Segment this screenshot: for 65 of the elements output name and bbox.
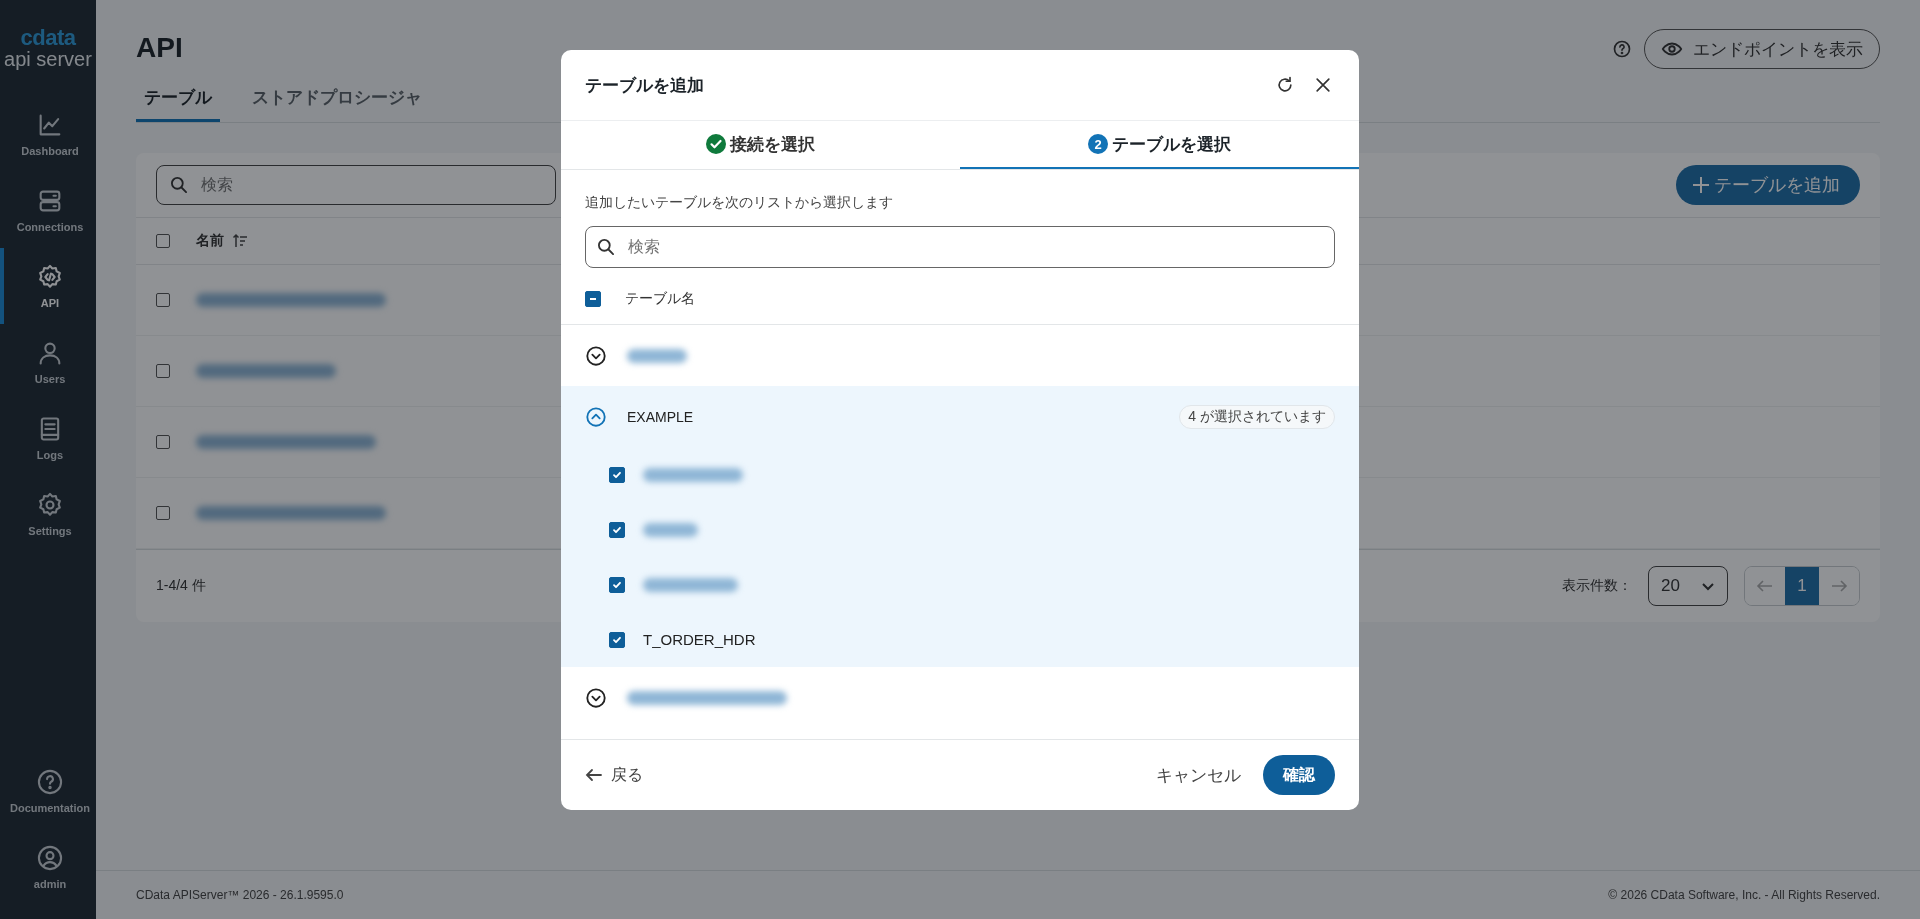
sort-icon: [232, 233, 248, 249]
column-header[interactable]: 名前: [196, 232, 248, 250]
blurred-text: [643, 522, 698, 537]
help-icon[interactable]: [1612, 39, 1632, 59]
nav-item[interactable]: Connections: [0, 172, 96, 248]
expand-toggle-icon[interactable]: [585, 405, 607, 428]
search-field[interactable]: 検索: [585, 226, 1335, 268]
plus-icon: [1692, 176, 1710, 194]
step-tab[interactable]: 2 テーブルを選択: [960, 121, 1359, 169]
column-header: テーブル名: [625, 290, 695, 308]
nav-item[interactable]: API: [0, 248, 96, 324]
gear-icon: [36, 491, 64, 519]
blurred-text: [627, 348, 687, 363]
page-size-label: 表示件数：: [1562, 577, 1632, 595]
checkbox[interactable]: [156, 435, 170, 449]
step-label: テーブルを選択: [1112, 133, 1231, 156]
nav-item[interactable]: Dashboard: [0, 96, 96, 172]
nav-item[interactable]: Logs: [0, 400, 96, 476]
search-field[interactable]: 検索: [156, 165, 556, 205]
copyright-text: © 2026 CData Software, Inc. - All Rights Reserved.: [1608, 888, 1880, 902]
checkbox[interactable]: [156, 506, 170, 520]
step-label: 接続を選択: [730, 133, 815, 156]
cancel-button[interactable]: キャンセル: [1150, 762, 1247, 788]
page-title: API: [136, 32, 183, 64]
checkbox[interactable]: [609, 466, 625, 483]
selection-count-badge: 4 が選択されています: [1179, 404, 1335, 429]
step-number: 2: [1088, 134, 1108, 154]
nav-item[interactable]: Users: [0, 324, 96, 400]
result-count: 1-4/4 件: [156, 577, 206, 595]
nav-item[interactable]: Documentation: [0, 753, 96, 829]
expand-toggle-icon[interactable]: [585, 344, 607, 367]
schema-name: EXAMPLE: [627, 408, 695, 425]
nav-item[interactable]: Settings: [0, 476, 96, 552]
checkbox[interactable]: [609, 631, 625, 648]
arrow-left-icon: [585, 766, 603, 784]
api-icon: [36, 263, 64, 291]
checkbox[interactable]: [156, 234, 170, 248]
table-name: T_ORDER_HDR: [643, 631, 756, 648]
page-button[interactable]: 1: [1785, 567, 1819, 605]
expand-toggle-icon[interactable]: [585, 686, 607, 709]
search-icon: [596, 237, 616, 257]
back-button[interactable]: 戻る: [585, 764, 643, 786]
help-icon: [36, 768, 64, 796]
checkbox[interactable]: [156, 364, 170, 378]
nav-item[interactable]: admin: [0, 829, 96, 905]
tab[interactable]: ストアドプロシージャ: [244, 78, 430, 122]
version-text: CData APIServer™ 2026 - 26.1.9595.0: [136, 888, 344, 902]
checkbox[interactable]: [156, 293, 170, 307]
check-circle-icon: [706, 134, 726, 154]
search-input[interactable]: 検索: [199, 175, 543, 195]
logo-brand: cdata: [20, 28, 76, 48]
page-size-select[interactable]: 20: [1648, 566, 1728, 606]
checkbox[interactable]: [609, 576, 625, 593]
account-icon: [36, 844, 64, 872]
step-tab[interactable]: 接続を選択: [561, 121, 960, 169]
logo-product: api server: [4, 48, 92, 70]
confirm-button[interactable]: 確認: [1263, 755, 1335, 795]
search-input[interactable]: 検索: [626, 237, 750, 257]
dialog-title: テーブルを追加: [585, 74, 704, 97]
search-icon: [169, 175, 189, 195]
checkbox[interactable]: [609, 521, 625, 538]
add-table-button[interactable]: テーブルを追加: [1676, 165, 1860, 205]
checkbox[interactable]: [585, 291, 601, 307]
instruction-text: 追加したいテーブルを次のリストから選択します: [585, 194, 894, 212]
tab[interactable]: テーブル: [136, 78, 220, 122]
